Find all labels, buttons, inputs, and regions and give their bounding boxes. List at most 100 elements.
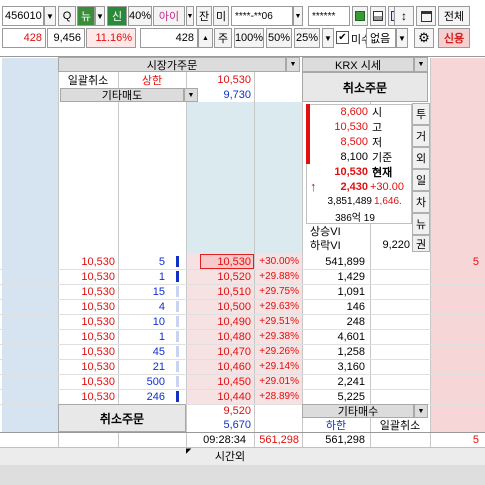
cancel-order-label: 취소주문 xyxy=(99,411,145,426)
vi-up-label: 상승VI xyxy=(310,226,341,238)
balance-label: 잔 xyxy=(198,11,210,23)
row-r xyxy=(430,299,482,314)
krx-cancel-order-button[interactable]: 취소주문 xyxy=(302,72,428,102)
window-icon[interactable] xyxy=(416,6,436,26)
credit-button-label: 신용 xyxy=(443,33,465,45)
all-button[interactable]: 전체 xyxy=(438,6,470,26)
row-qty: 541,899 xyxy=(325,255,365,268)
vi-down-price: 9,220 xyxy=(370,238,410,252)
krx-cancel-order-label: 취소주문 xyxy=(342,80,388,95)
row-rate: +29.63% xyxy=(259,301,299,312)
footer-total-left: 561,298 xyxy=(246,433,302,447)
upper-limit-text: 상한 xyxy=(141,74,163,87)
after-hours-tab[interactable]: 시간외 xyxy=(200,449,260,463)
other-buy-dropdown-icon[interactable]: ▼ xyxy=(414,404,428,418)
account-value: ****-**06 xyxy=(235,10,273,22)
other-sell-dropdown-icon[interactable]: ▼ xyxy=(184,88,198,102)
footer-time: 09:28:34 xyxy=(186,433,246,447)
row-r xyxy=(430,344,482,359)
cancel-order-button[interactable]: 취소주문 xyxy=(58,404,186,432)
row-rate: +29.51% xyxy=(259,316,299,327)
lower-limit-label: 하한 xyxy=(302,418,370,432)
layout-icon[interactable] xyxy=(370,6,386,26)
side-tab-foreign[interactable]: 외 xyxy=(412,147,430,169)
code-dropdown-icon[interactable]: ▼ xyxy=(44,6,56,26)
password-field[interactable]: ****** xyxy=(308,6,350,26)
vi-down-label: 하락VI xyxy=(310,240,341,252)
pct-50-button[interactable]: 50% xyxy=(266,28,292,48)
row-l2: 4 xyxy=(158,300,165,313)
price-b-field[interactable]: 9,456 xyxy=(47,28,85,48)
krx-header[interactable]: KRX 시세 xyxy=(302,57,414,72)
open-label: 시 xyxy=(372,104,406,119)
rate-value: 11.16% xyxy=(95,32,133,44)
bottom-qty-value: 5,670 xyxy=(223,419,251,431)
side-tab-daily[interactable]: 일 xyxy=(412,169,430,191)
volume-value: 3,851,489 xyxy=(327,196,373,207)
volume-rate: 1,646. xyxy=(374,194,410,209)
none-select[interactable]: 없음 xyxy=(366,28,396,48)
row-price: 10,520 xyxy=(217,270,251,283)
unfilled-checkbox[interactable]: ✔ xyxy=(336,31,349,44)
low-price: 8,500 xyxy=(312,134,368,149)
krx-dropdown-icon[interactable]: ▼ xyxy=(414,57,428,72)
row-rate: +29.38% xyxy=(259,331,299,342)
grid-icon[interactable] xyxy=(352,6,368,26)
row-qty: 2,241 xyxy=(337,375,365,388)
row-r: 5 xyxy=(472,255,479,268)
stock-code-input[interactable]: 456010 xyxy=(2,6,44,26)
cancel-all-buy[interactable]: 일괄취소 xyxy=(370,418,430,432)
row-l2: 500 xyxy=(146,375,165,388)
side-tab-trade[interactable]: 거 xyxy=(412,125,430,147)
account-dropdown-icon[interactable]: ▼ xyxy=(293,6,303,26)
qty-stepper[interactable]: ▲ xyxy=(198,28,213,48)
row-l2: 1 xyxy=(158,270,165,283)
price-empty-area xyxy=(186,102,302,254)
row-r xyxy=(430,359,482,374)
open-price: 8,600 xyxy=(312,104,368,119)
pct-dropdown-icon[interactable]: ▼ xyxy=(322,28,334,48)
side-tab-investor[interactable]: 투 xyxy=(412,103,430,125)
account-select[interactable]: ****-**06 xyxy=(231,6,293,26)
price-range-bar xyxy=(306,104,310,164)
balance-button[interactable]: 잔 xyxy=(196,6,212,26)
order-qty-field[interactable]: 428 xyxy=(140,28,198,48)
left-blue-column xyxy=(2,58,58,433)
gear-icon[interactable]: ⚙ xyxy=(414,28,434,48)
status-bar xyxy=(0,465,485,485)
news-button[interactable]: 뉴 xyxy=(77,6,95,26)
new-high-button[interactable]: 신 xyxy=(107,6,127,26)
other-sell-select[interactable]: 기타매도 xyxy=(60,88,184,102)
current-price: 10,530 xyxy=(312,164,368,179)
change-amount: 2,430 xyxy=(322,179,368,194)
current-label: 현재 xyxy=(372,164,406,179)
other-buy-select[interactable]: 기타매수 xyxy=(302,404,414,418)
cancel-all-sell[interactable]: 일괄취소 xyxy=(58,72,118,87)
ai-button[interactable]: 아이 xyxy=(153,6,185,26)
row-price: 10,500 xyxy=(217,300,251,313)
open-price-value: 8,600 xyxy=(340,105,368,118)
current-label-text: 현재 xyxy=(372,166,393,179)
news-dropdown-icon[interactable]: ▼ xyxy=(95,6,105,26)
row-bar xyxy=(176,256,179,267)
footer-total-right: 561,298 xyxy=(302,433,368,447)
volume-rate-value: 1,646. xyxy=(374,196,402,207)
side-tab-rights[interactable]: 권 xyxy=(412,235,430,252)
side-tab-chart[interactable]: 차 xyxy=(412,191,430,213)
search-button[interactable]: Q xyxy=(58,6,76,26)
credit-button[interactable]: 신용 xyxy=(438,28,470,48)
market-order-header[interactable]: 시장가주문 xyxy=(58,57,286,72)
ai-dropdown-icon[interactable]: ▼ xyxy=(186,6,194,26)
vi-down-price-value: 9,220 xyxy=(382,239,410,251)
price-a-field[interactable]: 428 xyxy=(2,28,46,48)
side-tab-news[interactable]: 뉴 xyxy=(412,213,430,235)
pct-25-button[interactable]: 25% xyxy=(294,28,320,48)
unfilled-button[interactable]: 미 xyxy=(213,6,229,26)
row-bar xyxy=(176,316,179,327)
rate-field[interactable]: 11.16% xyxy=(86,28,136,48)
margin-rate-button[interactable]: 40% xyxy=(128,6,152,26)
market-order-dropdown-icon[interactable]: ▼ xyxy=(286,57,300,72)
none-dropdown-icon[interactable]: ▼ xyxy=(396,28,408,48)
expand-vertical-icon[interactable]: ↕ xyxy=(394,6,414,26)
pct-100-button[interactable]: 100% xyxy=(234,28,264,48)
